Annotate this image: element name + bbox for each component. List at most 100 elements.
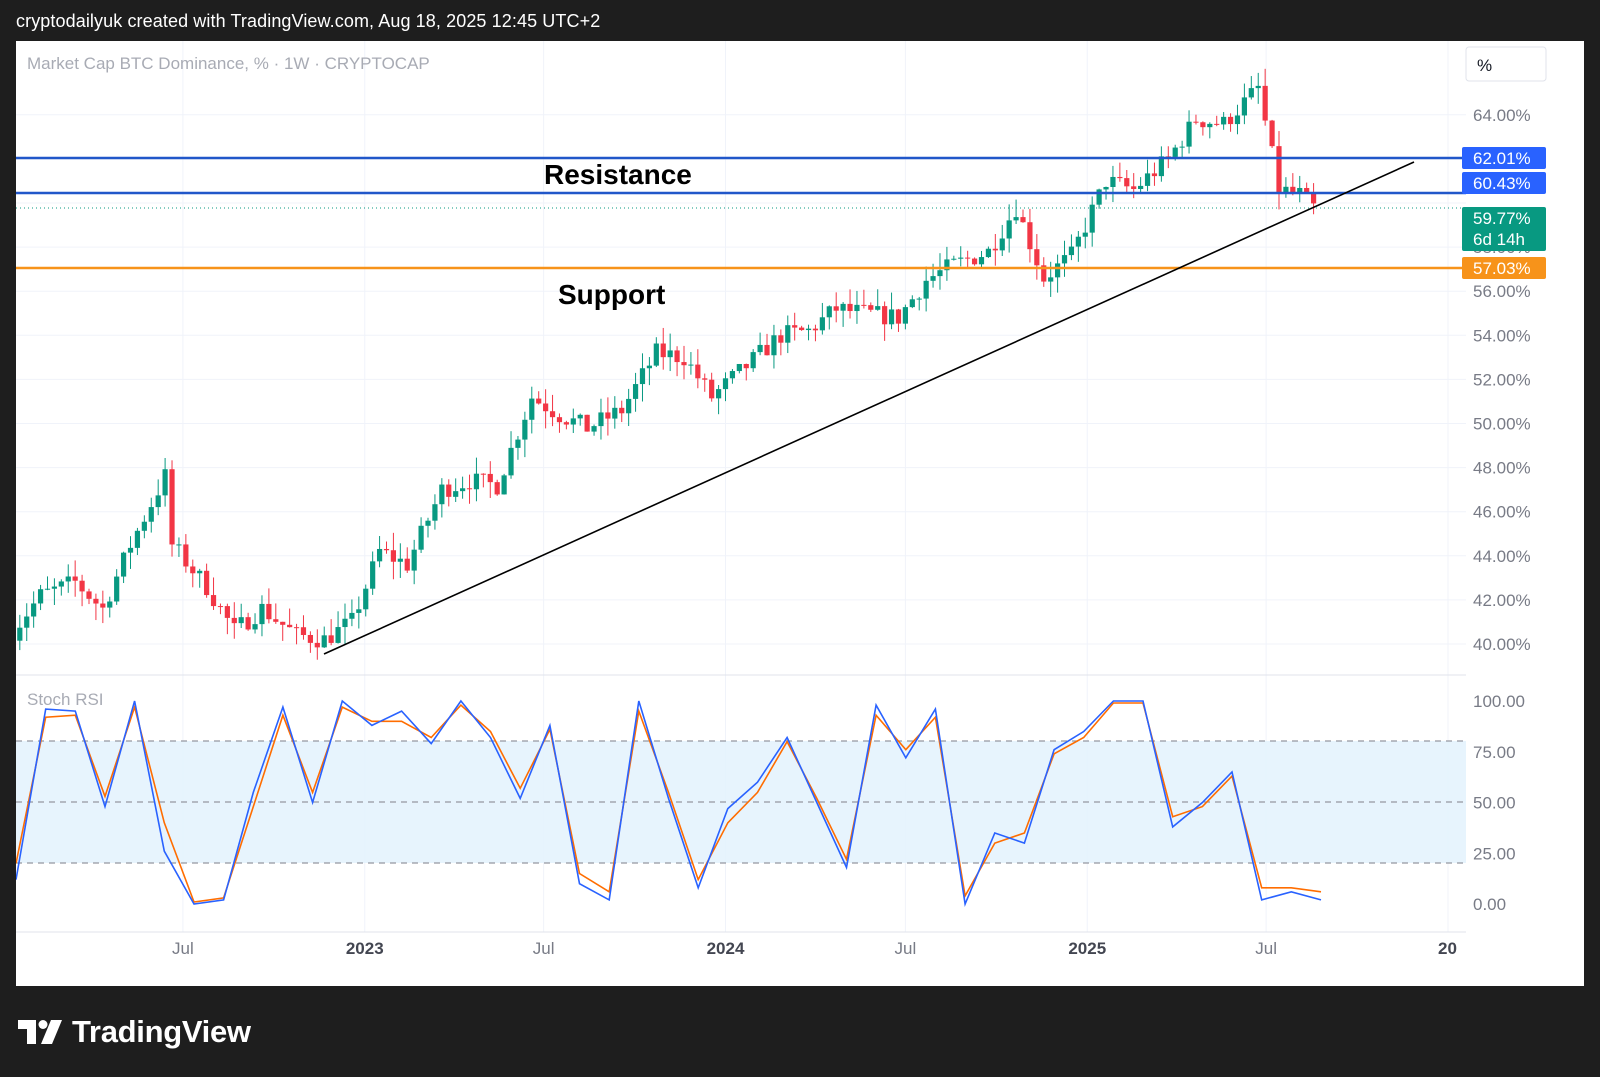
candle xyxy=(335,611,341,644)
candle xyxy=(1151,162,1158,186)
price-axis-label: 50.00% xyxy=(1473,415,1531,434)
candle xyxy=(210,577,217,610)
candle xyxy=(951,255,957,261)
price-axis-label: 44.00% xyxy=(1473,547,1531,566)
candle xyxy=(1262,68,1268,126)
candle xyxy=(1138,177,1144,194)
tradingview-logo[interactable]: TradingView xyxy=(18,1014,251,1050)
candle xyxy=(190,559,196,588)
candle xyxy=(266,588,272,624)
candle xyxy=(127,536,134,569)
candle xyxy=(736,363,742,374)
candle xyxy=(750,349,756,372)
candle xyxy=(141,515,147,539)
candle xyxy=(743,363,749,381)
candle xyxy=(273,603,279,624)
candle xyxy=(1158,146,1164,182)
candle xyxy=(646,357,653,386)
price-axis-label: 56.00% xyxy=(1473,282,1531,301)
candle xyxy=(328,619,334,646)
candle xyxy=(895,308,902,332)
time-axis-label: Jul xyxy=(172,939,194,958)
candle xyxy=(418,517,424,553)
candle xyxy=(231,602,237,639)
candle xyxy=(1006,204,1012,253)
svg-text:59.77%: 59.77% xyxy=(1473,209,1531,228)
candle xyxy=(44,576,51,591)
candle xyxy=(432,494,438,530)
candle xyxy=(715,385,722,415)
candle xyxy=(840,302,846,327)
candle xyxy=(958,246,964,267)
stoch-rsi-axis-label: 75.00 xyxy=(1473,743,1516,762)
svg-text:60.43%: 60.43% xyxy=(1473,174,1531,193)
price-axis-label: 64.00% xyxy=(1473,106,1531,125)
candle xyxy=(515,436,521,460)
price-axis-label: 42.00% xyxy=(1473,591,1531,610)
candle xyxy=(826,305,832,330)
candle xyxy=(875,289,881,311)
candle xyxy=(148,497,154,533)
candle xyxy=(729,368,736,384)
price-badge: 62.01% xyxy=(1462,147,1546,169)
time-axis-label: 2023 xyxy=(346,939,384,958)
candle xyxy=(971,257,978,266)
price-badge: 60.43% xyxy=(1462,172,1546,194)
candle xyxy=(494,479,500,496)
candle xyxy=(868,302,874,312)
candle xyxy=(134,527,141,556)
candle xyxy=(114,569,120,605)
candle xyxy=(688,352,694,375)
stoch-rsi-axis-label: 25.00 xyxy=(1473,844,1516,863)
candle xyxy=(1054,254,1061,293)
candle xyxy=(563,420,569,430)
time-axis: Jul 2023 Jul 2024 Jul 2025 Jul 20 xyxy=(172,939,1457,958)
candle xyxy=(992,233,998,266)
candle xyxy=(425,517,431,538)
candle xyxy=(79,574,85,607)
candle xyxy=(660,327,666,370)
candle xyxy=(356,596,362,629)
time-axis-label: Jul xyxy=(895,939,917,958)
currency-label: % xyxy=(1477,56,1492,75)
candle xyxy=(1041,257,1047,287)
candle xyxy=(24,603,30,642)
time-axis-label: Jul xyxy=(1255,939,1277,958)
candle xyxy=(1193,114,1199,125)
candle xyxy=(1117,162,1123,182)
candle xyxy=(1200,121,1206,136)
candle xyxy=(888,292,895,330)
header-caption: cryptodailyuk created with TradingView.c… xyxy=(16,11,601,31)
candle xyxy=(224,603,230,635)
candle xyxy=(155,479,161,516)
candle xyxy=(854,290,860,324)
stoch-rsi-label: Stoch RSI xyxy=(27,690,104,709)
stoch-rsi-axis-label: 50.00 xyxy=(1473,794,1516,813)
time-axis-label: 2025 xyxy=(1068,939,1106,958)
candle xyxy=(722,372,729,402)
candle xyxy=(342,603,348,645)
candle xyxy=(245,612,251,631)
candle xyxy=(300,615,307,640)
candle xyxy=(183,534,189,573)
time-axis-label: Jul xyxy=(533,939,555,958)
candle xyxy=(293,623,300,645)
candle xyxy=(549,394,556,427)
candle xyxy=(570,408,576,434)
price-badges: 62.01% 60.43% 59.77% 6d 14h 57.03% xyxy=(1462,147,1546,279)
candle xyxy=(376,536,383,568)
candle xyxy=(252,613,258,634)
candle xyxy=(1241,83,1247,125)
candle xyxy=(17,614,23,651)
stoch-rsi-axis-label: 100.00 xyxy=(1473,692,1525,711)
candle xyxy=(238,603,244,628)
candle xyxy=(847,289,853,319)
candle xyxy=(1124,169,1130,194)
candle xyxy=(1027,208,1033,263)
candle xyxy=(363,584,369,617)
candle xyxy=(287,608,293,628)
candle xyxy=(965,250,971,268)
candle xyxy=(1283,177,1289,198)
candle xyxy=(674,346,680,377)
candle xyxy=(1269,119,1275,148)
